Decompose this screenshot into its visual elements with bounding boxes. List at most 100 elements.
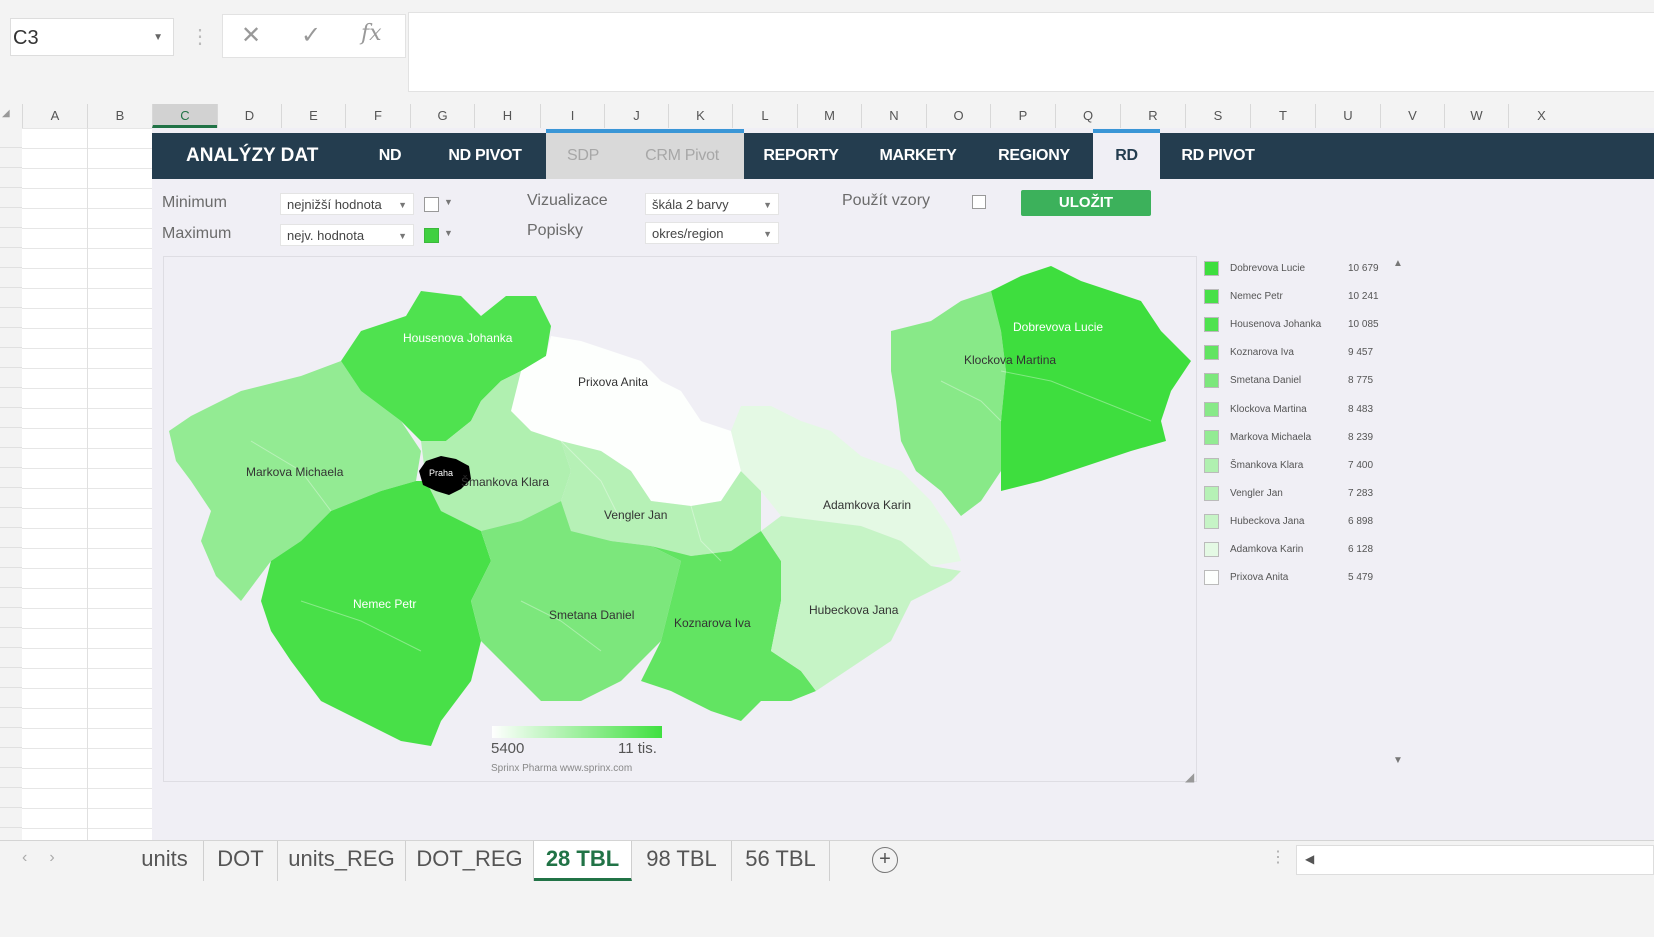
row-header-cell[interactable] <box>0 448 22 468</box>
legend-item[interactable]: Klockova Martina 8 483 <box>1200 399 1390 421</box>
row-header-cell[interactable] <box>0 428 22 448</box>
row-header-cell[interactable] <box>0 788 22 808</box>
legend-item[interactable]: Šmankova Klara 7 400 <box>1200 455 1390 477</box>
row-header-cell[interactable] <box>0 508 22 528</box>
function-icon[interactable]: fx <box>361 21 382 46</box>
row-header-cell[interactable] <box>0 628 22 648</box>
column-header-m[interactable]: M <box>797 104 861 128</box>
column-header-e[interactable]: E <box>281 104 345 128</box>
sheet-tab-units[interactable]: units <box>126 841 204 881</box>
row-header-cell[interactable] <box>0 328 22 348</box>
nav-item-reporty[interactable]: REPORTY <box>756 133 846 179</box>
chevron-down-icon[interactable]: ▼ <box>153 19 163 57</box>
check-icon[interactable]: ✓ <box>301 21 321 50</box>
nav-item-regiony[interactable]: REGIONY <box>988 133 1080 179</box>
row-header-cell[interactable] <box>0 348 22 368</box>
legend-item[interactable]: Smetana Daniel 8 775 <box>1200 370 1390 392</box>
row-header[interactable] <box>0 128 23 840</box>
legend-item[interactable]: Housenova Johanka 10 085 <box>1200 314 1390 336</box>
row-header-cell[interactable] <box>0 608 22 628</box>
max-color-picker[interactable]: ▼ <box>424 226 454 248</box>
row-header-cell[interactable] <box>0 588 22 608</box>
legend-item[interactable]: Dobrevova Lucie 10 679 <box>1200 258 1390 280</box>
row-header-cell[interactable] <box>0 728 22 748</box>
cancel-icon[interactable]: ✕ <box>241 21 261 50</box>
column-header-i[interactable]: I <box>540 104 604 128</box>
nav-item-rd[interactable]: RD <box>1093 133 1160 179</box>
sheet-tab-98-tbl[interactable]: 98 TBL <box>632 841 732 881</box>
save-button[interactable]: ULOŽIT <box>1021 190 1151 216</box>
resize-grip-icon[interactable]: ◢ <box>1185 770 1194 784</box>
horizontal-scrollbar[interactable]: ◀ <box>1296 845 1654 875</box>
column-header-w[interactable]: W <box>1444 104 1508 128</box>
scroll-up-icon[interactable]: ▲ <box>1393 258 1403 269</box>
minimum-select[interactable]: nejnižší hodnota ▼ <box>280 193 414 215</box>
select-all-icon[interactable]: ◢ <box>2 108 10 119</box>
maximum-select[interactable]: nejv. hodnota ▼ <box>280 224 414 246</box>
legend-item[interactable]: Nemec Petr 10 241 <box>1200 286 1390 308</box>
row-header-cell[interactable] <box>0 408 22 428</box>
row-header-cell[interactable] <box>0 148 22 168</box>
row-header-cell[interactable] <box>0 468 22 488</box>
column-header-r[interactable]: R <box>1120 104 1185 128</box>
column-header-a[interactable]: A <box>22 104 87 128</box>
row-header-cell[interactable] <box>0 528 22 548</box>
column-header-q[interactable]: Q <box>1055 104 1120 128</box>
name-box[interactable]: C3 ▼ <box>10 18 174 56</box>
sheet-tab-units-reg[interactable]: units_REG <box>278 841 406 881</box>
row-header-cell[interactable] <box>0 668 22 688</box>
sheet-tab-dot-reg[interactable]: DOT_REG <box>406 841 534 881</box>
sheet-tab-dot[interactable]: DOT <box>204 841 278 881</box>
row-header-cell[interactable] <box>0 708 22 728</box>
pouzit-vzory-checkbox[interactable] <box>972 195 986 209</box>
legend-list[interactable]: Dobrevova Lucie 10 679 Nemec Petr 10 241 Hou… <box>1200 256 1408 782</box>
column-header-n[interactable]: N <box>861 104 926 128</box>
legend-item[interactable]: Markova Michaela 8 239 <box>1200 427 1390 449</box>
sheet-tab-56-tbl[interactable]: 56 TBL <box>732 841 830 881</box>
row-header-cell[interactable] <box>0 308 22 328</box>
legend-item[interactable]: Vengler Jan 7 283 <box>1200 483 1390 505</box>
row-header-cell[interactable] <box>0 268 22 288</box>
column-header-s[interactable]: S <box>1185 104 1250 128</box>
scroll-down-icon[interactable]: ▼ <box>1393 755 1403 766</box>
nav-item-nd-pivot[interactable]: ND PIVOT <box>434 133 536 179</box>
column-header-t[interactable]: T <box>1250 104 1315 128</box>
column-header-l[interactable]: L <box>732 104 797 128</box>
legend-item[interactable]: Koznarova Iva 9 457 <box>1200 342 1390 364</box>
add-sheet-icon[interactable]: + <box>872 847 898 873</box>
column-header-d[interactable]: D <box>217 104 281 128</box>
row-header-cell[interactable] <box>0 388 22 408</box>
row-header-cell[interactable] <box>0 768 22 788</box>
column-header-j[interactable]: J <box>604 104 668 128</box>
row-header-cell[interactable] <box>0 808 22 828</box>
column-header-h[interactable]: H <box>474 104 540 128</box>
row-header-cell[interactable] <box>0 648 22 668</box>
column-header-g[interactable]: G <box>410 104 474 128</box>
legend-item[interactable]: Prixova Anita 5 479 <box>1200 567 1390 589</box>
sheet-tab-28-tbl[interactable]: 28 TBL <box>534 841 632 881</box>
popisky-select[interactable]: okres/region ▼ <box>645 222 779 244</box>
tab-scroll-arrows-icon[interactable]: ‹› <box>22 849 77 867</box>
column-header-x[interactable]: X <box>1508 104 1574 128</box>
vizualizace-select[interactable]: škála 2 barvy ▼ <box>645 193 779 215</box>
row-header-cell[interactable] <box>0 568 22 588</box>
nav-item-rd-pivot[interactable]: RD PIVOT <box>1172 133 1264 179</box>
row-header-cell[interactable] <box>0 188 22 208</box>
row-header-cell[interactable] <box>0 488 22 508</box>
row-header-cell[interactable] <box>0 748 22 768</box>
min-color-picker[interactable]: ▼ <box>424 195 454 217</box>
row-header-cell[interactable] <box>0 548 22 568</box>
formula-input[interactable] <box>408 12 1654 92</box>
row-header-cell[interactable] <box>0 368 22 388</box>
row-header-cell[interactable] <box>0 128 22 148</box>
legend-item[interactable]: Hubeckova Jana 6 898 <box>1200 511 1390 533</box>
column-header-f[interactable]: F <box>345 104 410 128</box>
legend-item[interactable]: Adamkova Karin 6 128 <box>1200 539 1390 561</box>
column-header-u[interactable]: U <box>1315 104 1380 128</box>
column-header-p[interactable]: P <box>990 104 1055 128</box>
nav-item-markety[interactable]: MARKETY <box>870 133 966 179</box>
row-header-cell[interactable] <box>0 228 22 248</box>
row-header-cell[interactable] <box>0 168 22 188</box>
column-header-k[interactable]: K <box>668 104 732 128</box>
scroll-left-icon[interactable]: ◀ <box>1305 852 1314 866</box>
